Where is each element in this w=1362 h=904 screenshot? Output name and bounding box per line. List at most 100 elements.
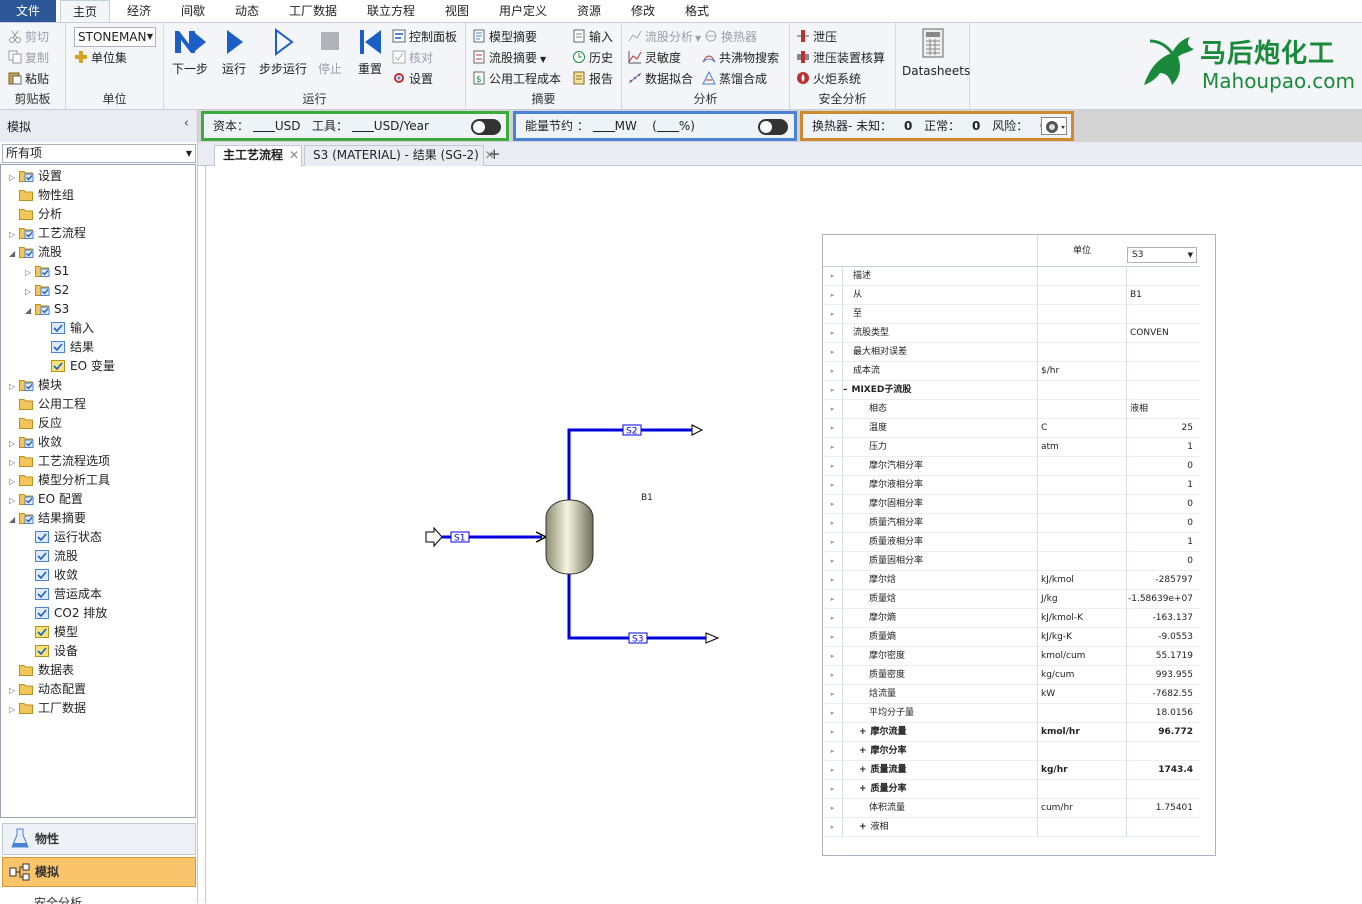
relief-rating-button[interactable]: 泄压装置核算 <box>796 48 885 68</box>
row-expand-icon[interactable]: ▸ <box>823 438 843 457</box>
tree-item[interactable]: 反应 <box>9 414 62 433</box>
row-expand-icon[interactable]: ▸ <box>823 305 843 324</box>
tab-modify[interactable]: 修改 <box>620 0 666 22</box>
table-row[interactable]: ▸ + 摩尔流量 kmol/hr 96.772 <box>823 723 1200 742</box>
nav-properties-button[interactable]: 物性 <box>2 823 196 855</box>
collapse-icon[interactable]: ◢ <box>9 244 19 263</box>
row-expand-icon[interactable]: ▸ <box>823 324 843 343</box>
table-row[interactable]: ▸ 摩尔密度 kmol/cum 55.1719 <box>823 647 1200 666</box>
tab-plant-data[interactable]: 工厂数据 <box>280 0 346 22</box>
row-expand-icon[interactable]: ▸ <box>823 704 843 723</box>
row-expand-icon[interactable]: ▸ <box>823 381 843 400</box>
data-fit-button[interactable]: 数据拟合 <box>628 69 693 89</box>
close-icon[interactable]: ✕ <box>289 148 299 162</box>
control-panel-button[interactable]: 控制面板 <box>392 27 457 47</box>
paste-button[interactable]: 粘贴 <box>8 69 49 89</box>
row-expand-icon[interactable]: ▸ <box>823 628 843 647</box>
table-row[interactable]: ▸ 温度 C 25 <box>823 419 1200 438</box>
table-row[interactable]: ▸ 平均分子量 18.0156 <box>823 704 1200 723</box>
table-row[interactable]: ▸ 最大相对误差 <box>823 343 1200 362</box>
history-button[interactable]: 历史 <box>572 48 613 68</box>
expand-icon[interactable]: ▷ <box>9 225 19 244</box>
row-expand-icon[interactable]: ▸ <box>823 799 843 818</box>
row-expand-icon[interactable]: ▸ <box>823 761 843 780</box>
table-row[interactable]: ▸ 描述 <box>823 267 1200 286</box>
stream-s2[interactable]: S2 <box>567 424 704 500</box>
stop-button[interactable]: 停止 <box>308 27 352 77</box>
expand-row-icon[interactable]: + <box>859 746 867 756</box>
row-expand-icon[interactable]: ▸ <box>823 495 843 514</box>
row-expand-icon[interactable]: ▸ <box>823 400 843 419</box>
tab-batch[interactable]: 间歇 <box>168 0 218 22</box>
expand-icon[interactable]: ▷ <box>9 491 19 510</box>
tree-item[interactable]: ▷ 设置 <box>9 167 62 186</box>
tree-item[interactable]: ▷ 工艺流程选项 <box>9 452 110 471</box>
tree-item[interactable]: ▷ 模块 <box>9 376 62 395</box>
tab-main-flowsheet[interactable]: 主工艺流程 ✕ <box>214 145 302 166</box>
expand-row-icon[interactable]: + <box>859 727 867 737</box>
tree-item[interactable]: EO 变量 <box>41 357 115 376</box>
tree-item[interactable]: ▷ S2 <box>25 281 69 300</box>
table-row[interactable]: ▸ 摩尔汽相分率 0 <box>823 457 1200 476</box>
hx-options-button[interactable] <box>1041 117 1067 135</box>
row-expand-icon[interactable]: ▸ <box>823 780 843 799</box>
table-row[interactable]: ▸ + 摩尔分率 <box>823 742 1200 761</box>
cut-button[interactable]: 剪切 <box>8 27 49 47</box>
table-row[interactable]: ▸ 摩尔焓 kJ/kmol -285797 <box>823 571 1200 590</box>
tree-item[interactable]: ▷ 模型分析工具 <box>9 471 110 490</box>
collapse-icon[interactable]: ◢ <box>9 510 19 529</box>
run-button[interactable]: 运行 <box>212 27 256 77</box>
stream-analysis-button[interactable]: 流股分析 ▼ <box>628 27 701 47</box>
row-expand-icon[interactable]: ▸ <box>823 742 843 761</box>
collapse-row-icon[interactable]: – <box>843 385 848 395</box>
tree-item[interactable]: ▷ 工厂数据 <box>9 699 86 718</box>
tree-item[interactable]: 设备 <box>25 642 78 661</box>
row-expand-icon[interactable]: ▸ <box>823 286 843 305</box>
expand-row-icon[interactable]: + <box>859 765 867 775</box>
tree-item[interactable]: CO2 排放 <box>25 604 107 623</box>
expand-icon[interactable]: ▷ <box>25 263 35 282</box>
row-expand-icon[interactable]: ▸ <box>823 685 843 704</box>
table-row[interactable]: ▸ + 液相 <box>823 818 1200 837</box>
expand-icon[interactable]: ▷ <box>9 434 19 453</box>
expand-icon[interactable]: ▷ <box>9 377 19 396</box>
table-row[interactable]: ▸ 成本流 $/hr <box>823 362 1200 381</box>
tab-resources[interactable]: 资源 <box>566 0 612 22</box>
row-expand-icon[interactable]: ▸ <box>823 647 843 666</box>
azeotrope-search-button[interactable]: 共沸物搜索 <box>702 48 779 68</box>
expand-icon[interactable]: ▷ <box>9 700 19 719</box>
row-expand-icon[interactable]: ▸ <box>823 419 843 438</box>
tree-item[interactable]: ◢ S3 <box>25 300 69 319</box>
check-button[interactable]: 核对 <box>392 48 433 68</box>
tree-item[interactable]: ▷ 工艺流程 <box>9 224 86 243</box>
tree-item[interactable]: ▷ EO 配置 <box>9 490 83 509</box>
tab-equation-oriented[interactable]: 联立方程 <box>356 0 426 22</box>
datasheets-button[interactable]: Datasheets <box>902 27 970 78</box>
row-expand-icon[interactable]: ▸ <box>823 514 843 533</box>
energy-toggle[interactable] <box>758 119 788 135</box>
table-row[interactable]: ▸ 从 B1 <box>823 286 1200 305</box>
row-expand-icon[interactable]: ▸ <box>823 457 843 476</box>
reset-button[interactable]: 重置 <box>348 27 392 77</box>
table-row[interactable]: ▸ 质量固相分率 0 <box>823 552 1200 571</box>
step-button[interactable]: 步步运行 <box>256 27 310 77</box>
nav-simulation-button[interactable]: 模拟 <box>2 857 196 887</box>
tree-item[interactable]: 公用工程 <box>9 395 86 414</box>
stream-summary-button[interactable]: 流股摘要 ▼ <box>472 48 546 68</box>
table-row[interactable]: ▸ 相态 液相 <box>823 400 1200 419</box>
tree-item[interactable]: ▷ 收敛 <box>9 433 62 452</box>
tree-item[interactable]: 结果 <box>41 338 94 357</box>
unit-set-select[interactable]: STONEMAN ▼ <box>74 27 156 47</box>
tree-item[interactable]: 物性组 <box>9 186 74 205</box>
table-row[interactable]: ▸ + 质量流量 kg/hr 1743.4 <box>823 761 1200 780</box>
table-row[interactable]: ▸ 摩尔液相分率 1 <box>823 476 1200 495</box>
row-expand-icon[interactable]: ▸ <box>823 818 843 837</box>
row-expand-icon[interactable]: ▸ <box>823 590 843 609</box>
row-expand-icon[interactable]: ▸ <box>823 267 843 286</box>
table-row[interactable]: ▸ 压力 atm 1 <box>823 438 1200 457</box>
tree-item[interactable]: 运行状态 <box>25 528 102 547</box>
expand-icon[interactable]: ▷ <box>9 681 19 700</box>
row-expand-icon[interactable]: ▸ <box>823 476 843 495</box>
nav-safety-button[interactable]: 安全分析 <box>2 890 196 904</box>
expand-icon[interactable]: ▷ <box>9 168 19 187</box>
